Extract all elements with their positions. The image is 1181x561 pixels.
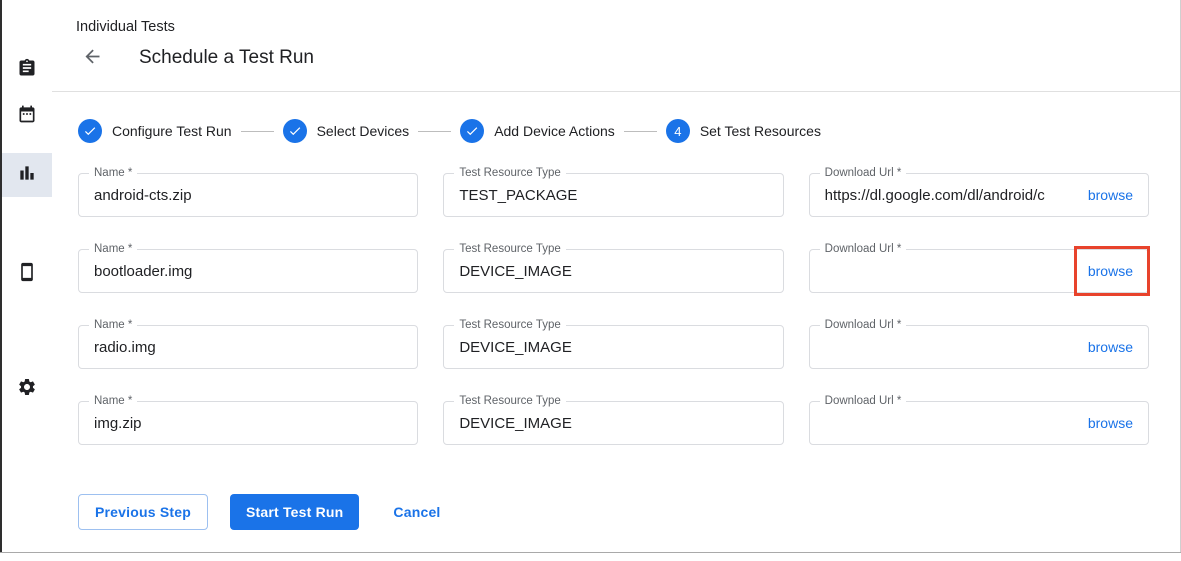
window-left-edge — [0, 0, 2, 553]
field-value: bootloader.img — [94, 263, 192, 280]
stepper: Configure Test Run Select Devices Add De… — [78, 119, 1180, 143]
test-resources-form: Name * android-cts.zip Test Resource Typ… — [78, 173, 1149, 445]
check-icon — [460, 119, 484, 143]
step-connector — [241, 131, 274, 132]
window-bottom-edge — [0, 552, 1181, 553]
name-field[interactable]: Name * radio.img — [78, 325, 418, 369]
assignment-icon — [17, 58, 37, 83]
step-connector — [624, 131, 657, 132]
field-label: Test Resource Type — [454, 243, 565, 255]
download-url-field[interactable]: Download Url * https://dl.google.com/dl/… — [809, 173, 1149, 217]
smartphone-icon — [17, 262, 37, 287]
name-field[interactable]: Name * android-cts.zip — [78, 173, 418, 217]
arrow-back-icon — [82, 46, 103, 70]
field-label: Name * — [89, 319, 137, 331]
test-resource-type-field[interactable]: Test Resource Type DEVICE_IMAGE — [443, 325, 783, 369]
field-value: img.zip — [94, 415, 142, 432]
browse-link[interactable]: browse — [1088, 187, 1133, 203]
field-label: Test Resource Type — [454, 395, 565, 407]
field-label: Name * — [89, 395, 137, 407]
name-field[interactable]: Name * img.zip — [78, 401, 418, 445]
field-label: Test Resource Type — [454, 319, 565, 331]
field-label: Download Url * — [820, 319, 907, 331]
field-value: TEST_PACKAGE — [459, 187, 577, 204]
field-label: Download Url * — [820, 395, 907, 407]
gear-icon — [17, 377, 37, 402]
field-value: DEVICE_IMAGE — [459, 415, 572, 432]
test-resource-type-field[interactable]: Test Resource Type DEVICE_IMAGE — [443, 249, 783, 293]
download-url-field[interactable]: Download Url * browse — [809, 401, 1149, 445]
step-label: Add Device Actions — [494, 123, 615, 139]
download-url-field[interactable]: Download Url * browse — [809, 249, 1149, 293]
cancel-button[interactable]: Cancel — [385, 494, 448, 530]
browse-link[interactable]: browse — [1088, 415, 1133, 431]
field-label: Name * — [89, 243, 137, 255]
test-resource-type-field[interactable]: Test Resource Type TEST_PACKAGE — [443, 173, 783, 217]
back-button[interactable] — [80, 46, 104, 70]
stepper-step-select-devices[interactable]: Select Devices — [283, 119, 410, 143]
name-field[interactable]: Name * bootloader.img — [78, 249, 418, 293]
field-value: DEVICE_IMAGE — [459, 263, 572, 280]
stepper-step-add-device-actions[interactable]: Add Device Actions — [460, 119, 615, 143]
field-value: DEVICE_IMAGE — [459, 339, 572, 356]
page-title: Schedule a Test Run — [139, 47, 314, 69]
form-actions: Previous Step Start Test Run Cancel — [78, 494, 1180, 530]
sidebar-item-settings[interactable] — [2, 367, 52, 411]
main-content: Individual Tests Schedule a Test Run Con… — [52, 0, 1180, 552]
download-url-field[interactable]: Download Url * browse — [809, 325, 1149, 369]
bar-chart-icon — [17, 163, 37, 188]
stepper-step-set-test-resources[interactable]: 4 Set Test Resources — [666, 119, 821, 143]
step-label: Select Devices — [317, 123, 410, 139]
calendar-icon — [17, 104, 37, 129]
app-window: Individual Tests Schedule a Test Run Con… — [0, 0, 1181, 561]
step-connector — [418, 131, 451, 132]
field-value: https://dl.google.com/dl/android/c — [825, 187, 1082, 204]
field-label: Download Url * — [820, 243, 907, 255]
header-divider — [52, 91, 1180, 92]
stepper-step-configure-test-run[interactable]: Configure Test Run — [78, 119, 232, 143]
field-label: Download Url * — [820, 167, 907, 179]
browse-link[interactable]: browse — [1088, 339, 1133, 355]
start-test-run-button[interactable]: Start Test Run — [230, 494, 359, 530]
field-label: Name * — [89, 167, 137, 179]
step-label: Set Test Resources — [700, 123, 821, 139]
sidebar-item-devices[interactable] — [2, 252, 52, 296]
sidebar-item-test-runs[interactable] — [2, 153, 52, 197]
step-label: Configure Test Run — [112, 123, 232, 139]
field-value: android-cts.zip — [94, 187, 192, 204]
browse-link[interactable]: browse — [1088, 263, 1133, 279]
test-resource-type-field[interactable]: Test Resource Type DEVICE_IMAGE — [443, 401, 783, 445]
title-row: Schedule a Test Run — [52, 35, 1180, 70]
sidebar — [2, 0, 52, 552]
check-icon — [78, 119, 102, 143]
sidebar-item-tests[interactable] — [2, 48, 52, 92]
breadcrumb: Individual Tests — [52, 0, 1180, 35]
field-value: radio.img — [94, 339, 156, 356]
step-number-badge: 4 — [666, 119, 690, 143]
sidebar-item-test-plans[interactable] — [2, 94, 52, 138]
previous-step-button[interactable]: Previous Step — [78, 494, 208, 530]
check-icon — [283, 119, 307, 143]
field-label: Test Resource Type — [454, 167, 565, 179]
